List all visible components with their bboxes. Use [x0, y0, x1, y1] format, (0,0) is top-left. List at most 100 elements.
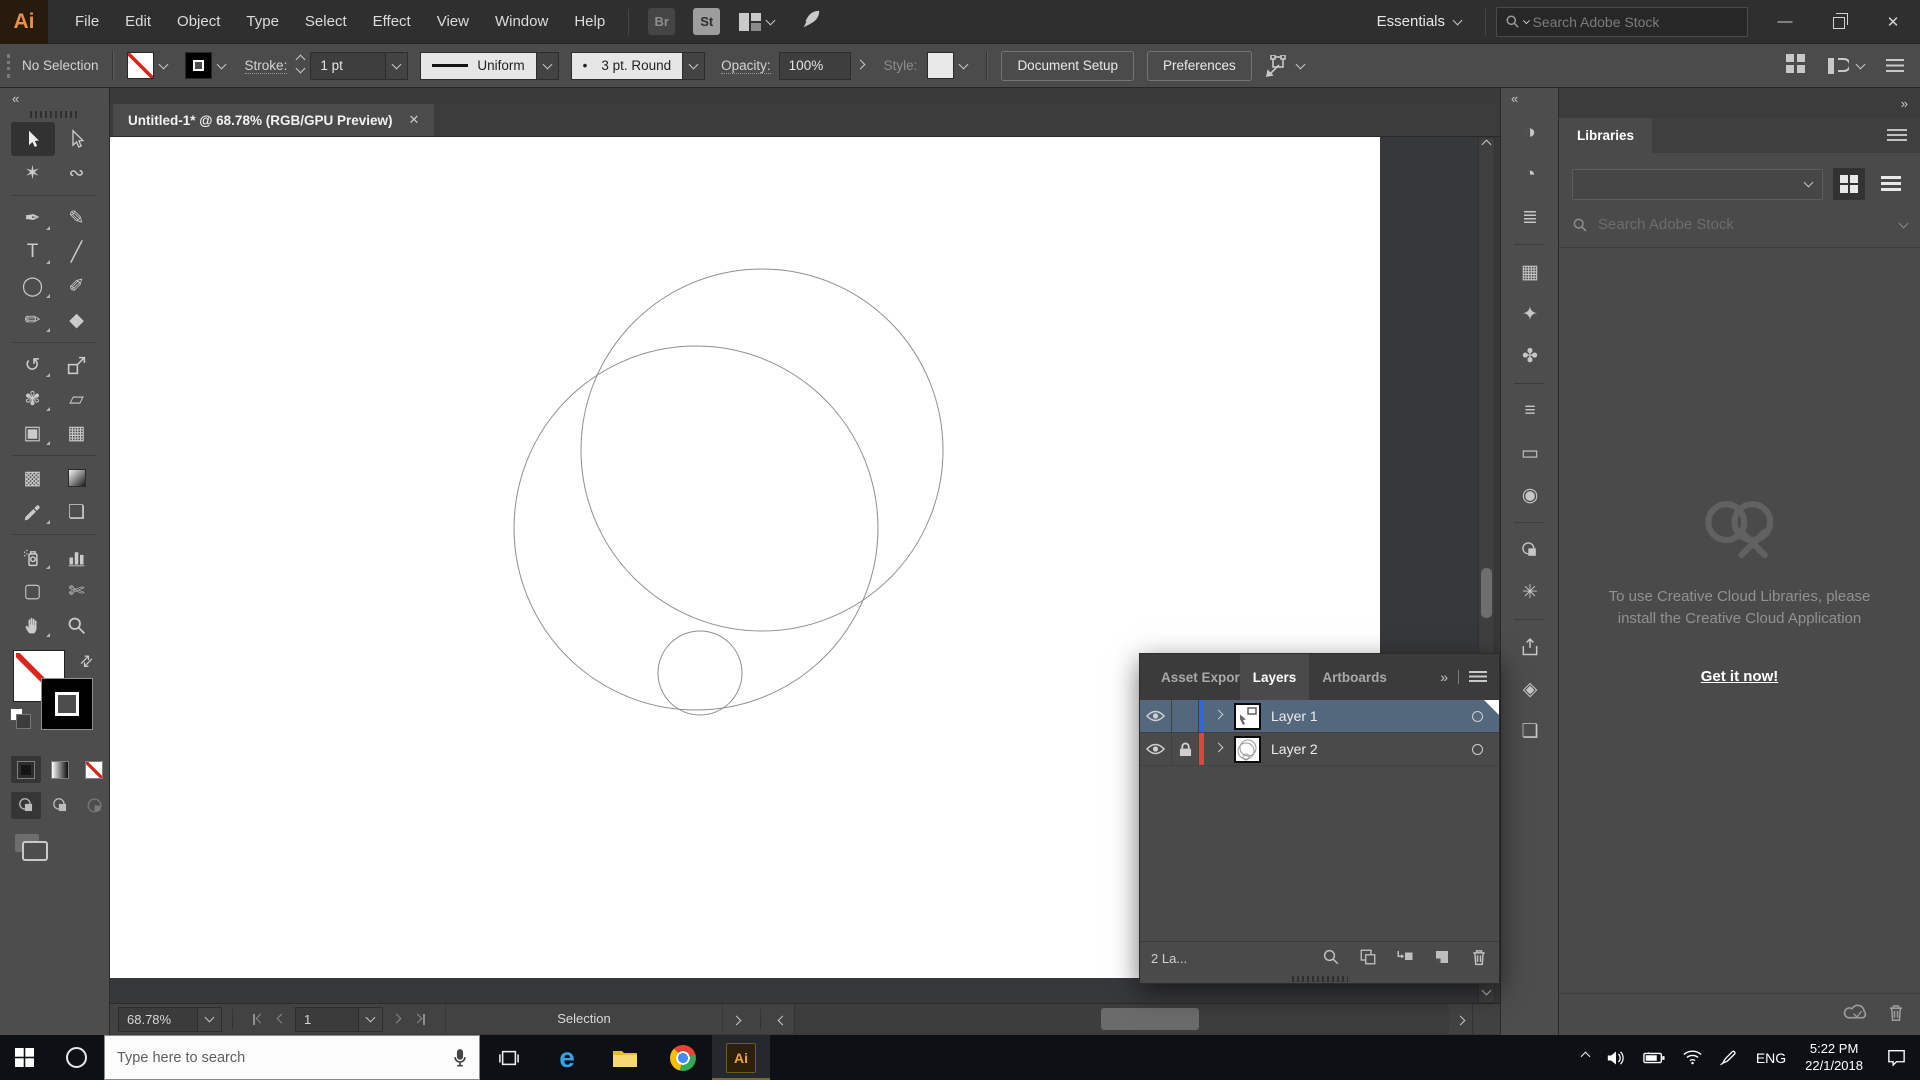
zoom-level[interactable]: 68.78% [118, 1007, 198, 1032]
artwork-circle-2[interactable] [514, 346, 878, 710]
draw-inside-button[interactable] [79, 792, 109, 819]
lock-toggle[interactable] [1172, 733, 1199, 765]
stroke-color-dropdown[interactable] [212, 52, 231, 79]
panel-grip[interactable] [7, 54, 10, 78]
edge-button[interactable]: e [538, 1035, 596, 1080]
start-button[interactable] [0, 1035, 48, 1080]
mesh-tool[interactable]: ▩ [11, 461, 55, 495]
draw-behind-button[interactable] [45, 792, 75, 819]
stock-search[interactable] [1496, 7, 1748, 37]
scale-tool[interactable] [55, 348, 99, 382]
menu-help[interactable]: Help [561, 0, 618, 43]
shape-builder-tool[interactable]: ▣ [11, 416, 55, 450]
shaper-tool[interactable]: ✏ [11, 303, 55, 337]
style-dropdown[interactable] [954, 52, 973, 79]
gradient-tool[interactable] [55, 461, 99, 495]
lasso-tool[interactable]: ∾ [55, 156, 99, 190]
workspace-switcher[interactable]: Essentials [1377, 13, 1461, 30]
layer-thumbnail[interactable] [1234, 736, 1261, 763]
brush-dropdown[interactable] [683, 52, 705, 80]
eyedropper-tool[interactable] [11, 495, 55, 529]
menu-effect[interactable]: Effect [360, 0, 424, 43]
none-button[interactable] [79, 756, 109, 783]
layer-row-1[interactable]: Layer 1 [1140, 700, 1499, 733]
taskbar-search[interactable] [104, 1035, 480, 1080]
clock[interactable]: 5:22 PM 22/1/2018 [1795, 1035, 1873, 1080]
magic-wand-tool[interactable]: ✶ [11, 156, 55, 190]
isolate-selection-icon[interactable] [1265, 55, 1304, 77]
hidden-icons-button[interactable] [1573, 1035, 1598, 1080]
tab-layers[interactable]: Layers [1240, 654, 1310, 700]
perspective-grid-tool[interactable]: ▦ [55, 416, 99, 450]
swatches-icon[interactable]: ▦ [1501, 251, 1559, 293]
wifi-icon[interactable] [1674, 1035, 1711, 1080]
lock-toggle[interactable] [1172, 700, 1199, 732]
color-guide-icon[interactable]: ◔ [1501, 154, 1559, 196]
stroke-color-swatch[interactable] [185, 52, 212, 79]
direct-selection-tool[interactable] [55, 122, 99, 156]
layer-name[interactable]: Layer 1 [1271, 708, 1455, 724]
type-tool[interactable]: T [11, 235, 55, 269]
task-view-button[interactable] [480, 1035, 538, 1080]
style-swatch[interactable] [927, 52, 954, 79]
clipping-mask-icon[interactable] [1359, 948, 1377, 969]
scroll-up-icon[interactable] [1482, 140, 1492, 150]
expand-layer-icon[interactable] [1204, 714, 1232, 718]
last-artboard-icon[interactable] [414, 1014, 425, 1025]
delete-library-icon[interactable] [1887, 1003, 1905, 1027]
tab-asset-export[interactable]: Asset Expor [1148, 654, 1240, 700]
artwork-circle-3[interactable] [658, 631, 742, 715]
zoom-tool[interactable] [55, 608, 99, 642]
preferences-button[interactable]: Preferences [1147, 51, 1252, 81]
arrange-documents-icon[interactable] [739, 13, 774, 31]
color-icon[interactable]: ◑ [1501, 112, 1559, 154]
expand-layer-icon[interactable] [1204, 747, 1232, 751]
layers-menu-icon[interactable] [1469, 671, 1487, 683]
cc-sync-icon[interactable] [1843, 1002, 1869, 1027]
prev-artboard-icon[interactable] [278, 1014, 285, 1025]
line-segment-tool[interactable]: ╱ [55, 235, 99, 269]
column-graph-tool[interactable] [55, 540, 99, 574]
pen-icon[interactable] [1711, 1035, 1747, 1080]
expand-panels-icon[interactable]: « [1501, 88, 1558, 112]
color-button[interactable] [11, 756, 41, 783]
hand-tool[interactable] [11, 608, 55, 642]
fill-color-dropdown[interactable] [154, 52, 173, 79]
scroll-right-icon[interactable] [1457, 1012, 1464, 1027]
menu-view[interactable]: View [424, 0, 482, 43]
panel-menu-icon[interactable] [1886, 59, 1904, 72]
layers-resize-grip[interactable] [1140, 974, 1499, 983]
new-sublayer-icon[interactable] [1396, 948, 1414, 969]
change-screen-mode-icon[interactable] [14, 833, 109, 868]
layer-thumbnail[interactable] [1234, 703, 1261, 730]
horizontal-scroll-thumb[interactable] [1101, 1008, 1199, 1030]
restore-button[interactable] [1812, 0, 1866, 44]
close-button[interactable]: ✕ [1866, 0, 1920, 44]
layer-name[interactable]: Layer 2 [1271, 741, 1455, 757]
language-indicator[interactable]: ENG [1747, 1035, 1795, 1080]
artboards-dock-icon[interactable]: ❏ [1501, 710, 1559, 752]
zoom-dropdown[interactable] [198, 1007, 222, 1032]
scroll-left-icon[interactable] [779, 1012, 786, 1027]
eraser-tool[interactable]: ◆ [55, 303, 99, 337]
slice-tool[interactable]: ✄ [55, 574, 99, 608]
status-flyout-icon[interactable] [733, 1012, 740, 1027]
cortana-button[interactable] [48, 1035, 104, 1080]
opacity-value[interactable]: 100% [779, 52, 851, 80]
artboard-dropdown[interactable] [359, 1007, 383, 1032]
horizontal-scrollbar[interactable] [794, 1004, 1449, 1034]
brush-definition[interactable]: •3 pt. Round [571, 52, 684, 80]
document-tab[interactable]: Untitled-1* @ 68.78% (RGB/GPU Preview) ✕ [113, 104, 434, 136]
variable-width-profile[interactable]: Uniform [420, 52, 536, 80]
taskbar-search-input[interactable] [117, 1050, 445, 1066]
visibility-toggle[interactable] [1140, 733, 1172, 765]
first-artboard-icon[interactable] [253, 1014, 264, 1025]
appearance-icon[interactable]: ✳ [1501, 571, 1559, 613]
asset-export-icon[interactable] [1501, 626, 1559, 668]
new-layer-icon[interactable] [1433, 948, 1451, 969]
microphone-icon[interactable] [453, 1049, 467, 1067]
battery-icon[interactable] [1634, 1035, 1674, 1080]
locate-object-icon[interactable] [1322, 948, 1340, 969]
expand-tabs-icon[interactable]: » [1440, 669, 1448, 685]
blend-tool[interactable]: ❏ [55, 495, 99, 529]
